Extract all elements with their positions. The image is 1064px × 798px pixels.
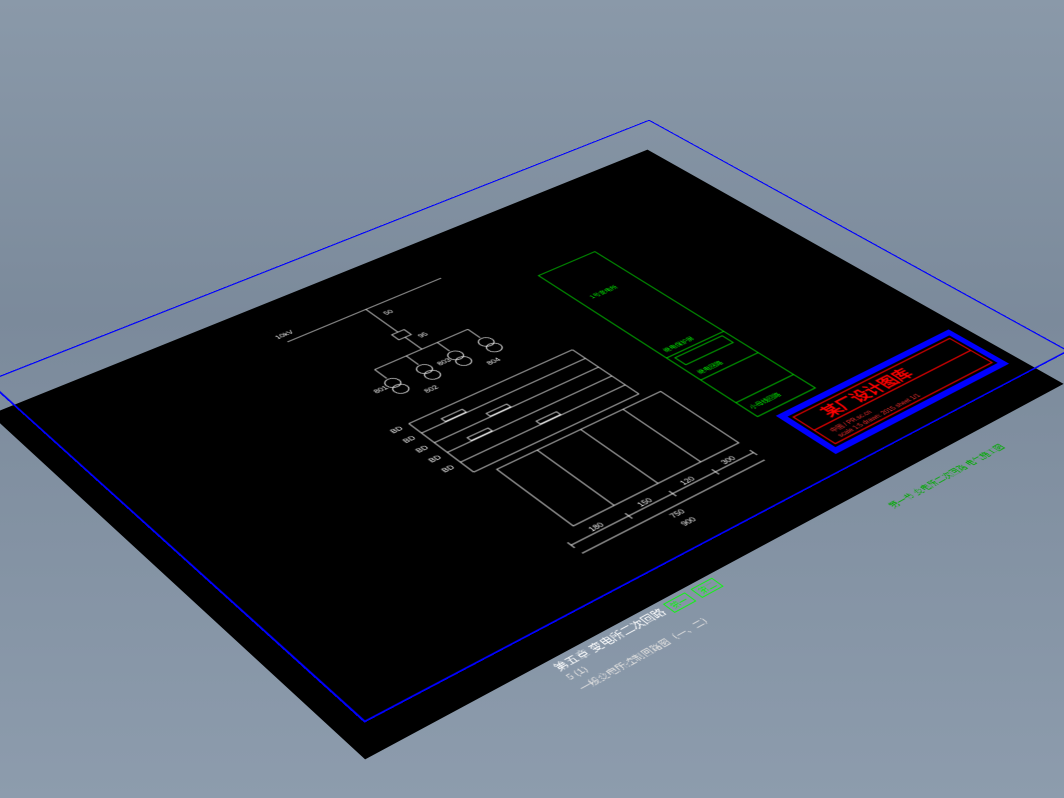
viewport-3d: 10kV 50 95 — [0, 0, 1064, 798]
blue-frame — [0, 120, 1064, 723]
